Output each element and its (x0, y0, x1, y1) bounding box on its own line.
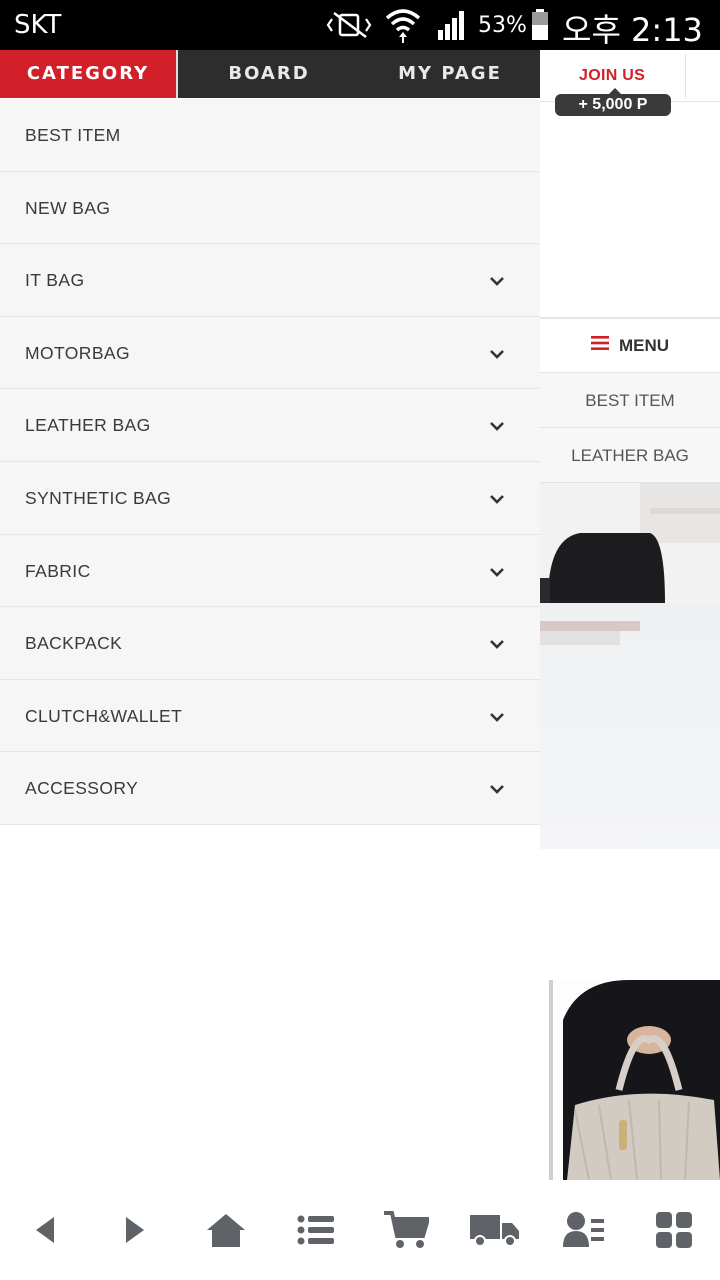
carrier-label: SKT (14, 10, 62, 40)
status-bar: SKT 53% 오후 2:13 (0, 0, 720, 50)
category-label: CLUTCH&WALLET (25, 705, 183, 726)
back-icon[interactable] (17, 1210, 73, 1250)
grid-menu-icon[interactable] (646, 1210, 702, 1250)
vibrate-mute-icon (326, 11, 374, 44)
category-label: BEST ITEM (25, 125, 121, 145)
category-item-best-item[interactable]: BEST ITEM (0, 99, 540, 172)
category-label: MOTORBAG (25, 342, 130, 363)
category-item-accessory[interactable]: ACCESSORY (0, 752, 540, 825)
cart-icon[interactable] (378, 1210, 434, 1250)
forward-icon[interactable] (107, 1210, 163, 1250)
signal-icon (436, 10, 468, 45)
category-item-synthetic-bag[interactable]: SYNTHETIC BAG (0, 461, 540, 535)
side-menu-leather-bag[interactable]: LEATHER BAG (540, 428, 720, 483)
chevron-down-icon[interactable] (489, 492, 505, 510)
chevron-down-icon[interactable] (489, 565, 505, 583)
category-item-it-bag[interactable]: IT BAG (0, 244, 540, 317)
points-badge: + 5,000 P (555, 88, 671, 116)
chevron-down-icon[interactable] (489, 274, 505, 292)
category-drawer: CATEGORY BOARD MY PAGE BEST ITEM NEW BAG… (0, 50, 540, 1180)
chevron-down-icon[interactable] (489, 710, 505, 728)
bottom-navigation (0, 1180, 720, 1280)
divider (685, 54, 686, 98)
clock: 오후 2:13 (562, 11, 703, 49)
category-item-leather-bag[interactable]: LEATHER BAG (0, 389, 540, 462)
tab-board[interactable]: BOARD (178, 50, 360, 98)
category-label: NEW BAG (25, 197, 111, 218)
delivery-truck-icon[interactable] (467, 1210, 523, 1250)
menu-label: MENU (618, 335, 670, 355)
chevron-down-icon[interactable] (489, 782, 505, 800)
side-menu-best-item[interactable]: BEST ITEM (540, 373, 720, 428)
category-item-new-bag[interactable]: NEW BAG (0, 171, 540, 245)
category-item-motorbag[interactable]: MOTORBAG (0, 316, 540, 390)
category-item-fabric[interactable]: FABRIC (0, 534, 540, 608)
category-item-clutch-wallet[interactable]: CLUTCH&WALLET (0, 679, 540, 753)
product-image[interactable] (549, 980, 720, 1180)
hamburger-icon (590, 336, 609, 355)
chevron-down-icon[interactable] (489, 347, 505, 365)
menu-toggle-button[interactable]: MENU (540, 319, 720, 373)
chevron-down-icon[interactable] (489, 419, 505, 437)
chevron-down-icon[interactable] (489, 637, 505, 655)
list-icon[interactable] (288, 1210, 344, 1250)
battery-percent: 53% (478, 13, 527, 38)
battery-icon (531, 9, 549, 46)
banner-image[interactable] (540, 483, 720, 849)
category-label: IT BAG (25, 270, 85, 291)
category-item-backpack[interactable]: BACKPACK (0, 607, 540, 680)
tab-my-page[interactable]: MY PAGE (360, 50, 540, 98)
tab-category[interactable]: CATEGORY (0, 50, 176, 98)
home-icon[interactable] (198, 1210, 254, 1250)
join-us-link[interactable]: JOIN US (579, 67, 645, 85)
category-label: SYNTHETIC BAG (25, 487, 172, 508)
category-list: BEST ITEM NEW BAG IT BAG MOTORBAG LEATHE… (0, 99, 540, 825)
category-label: FABRIC (25, 560, 91, 581)
category-label: BACKPACK (25, 633, 123, 654)
drawer-tabs: CATEGORY BOARD MY PAGE (0, 50, 540, 98)
wifi-icon (384, 6, 422, 49)
my-account-icon[interactable] (556, 1210, 612, 1250)
category-label: LEATHER BAG (25, 415, 151, 436)
category-label: ACCESSORY (25, 778, 139, 799)
